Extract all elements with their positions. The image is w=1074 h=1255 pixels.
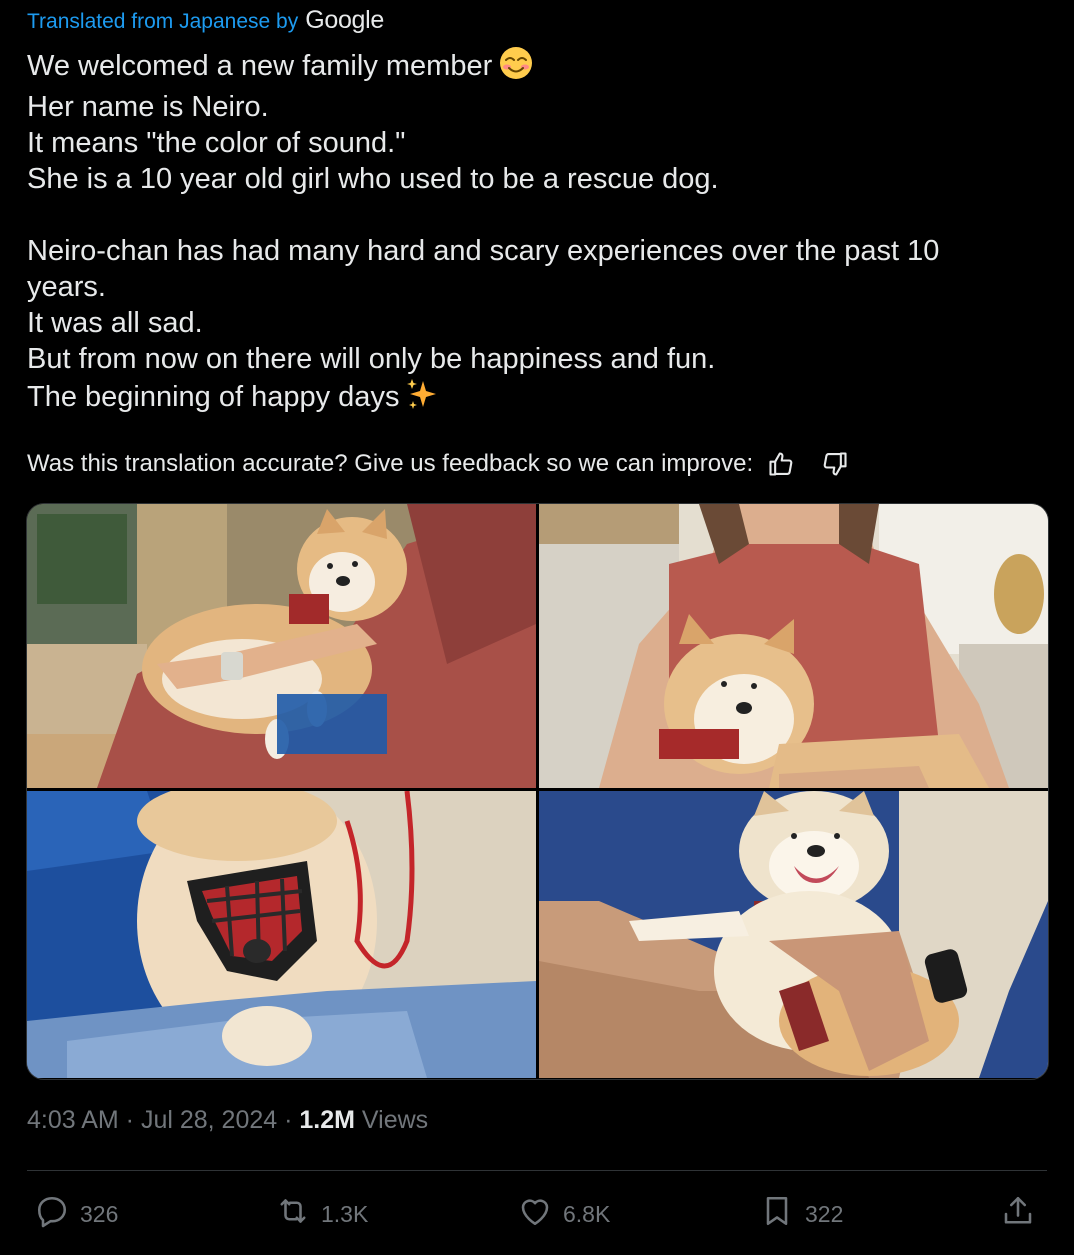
translation-attribution: Translated from Japanese by Google bbox=[27, 6, 384, 35]
meta-separator: · bbox=[118, 1106, 141, 1134]
media-grid bbox=[26, 503, 1049, 1080]
tweet-meta: 4:03 AM · Jul 28, 2024 · 1.2M Views bbox=[27, 1106, 428, 1135]
smiling-face-icon bbox=[498, 46, 534, 89]
tweet-line: It means "the color of sound." bbox=[27, 127, 406, 159]
meta-separator: · bbox=[277, 1106, 300, 1134]
tweet-line: But from now on there will only be happi… bbox=[27, 343, 716, 375]
bookmark-count: 322 bbox=[805, 1200, 844, 1227]
translation-prefix[interactable]: Translated from Japanese by bbox=[27, 10, 298, 34]
photo-3[interactable] bbox=[27, 791, 536, 1078]
tweet-line: She is a 10 year old girl who used to be… bbox=[27, 163, 719, 195]
tweet-time[interactable]: 4:03 AM bbox=[27, 1106, 119, 1134]
bookmark-icon bbox=[759, 1193, 795, 1235]
tweet-line: years. bbox=[27, 271, 106, 303]
tweet-detail: Translated from Japanese by Google We we… bbox=[0, 0, 1074, 1255]
google-logo: Google bbox=[305, 6, 385, 34]
reply-button[interactable]: 326 bbox=[34, 1193, 118, 1235]
thumbs-up-icon[interactable] bbox=[767, 450, 795, 478]
photo-2[interactable] bbox=[539, 504, 1048, 788]
tweet-date[interactable]: Jul 28, 2024 bbox=[141, 1106, 277, 1134]
heart-icon bbox=[517, 1193, 553, 1235]
share-button[interactable] bbox=[1000, 1193, 1036, 1235]
tweet-line: We welcomed a new family member bbox=[27, 46, 1037, 89]
tweet-line: It was all sad. bbox=[27, 307, 203, 339]
sparkles-icon bbox=[405, 377, 439, 420]
repost-button[interactable]: 1.3K bbox=[275, 1193, 368, 1235]
like-button[interactable]: 6.8K bbox=[517, 1193, 610, 1235]
tweet-text: We welcomed a new family member Her name… bbox=[27, 46, 1037, 420]
thumbs-down-icon[interactable] bbox=[821, 450, 849, 478]
tweet-line: Neiro-chan has had many hard and scary e… bbox=[27, 235, 940, 267]
photo-1[interactable] bbox=[27, 504, 536, 788]
photo-4[interactable] bbox=[539, 791, 1048, 1078]
reply-icon bbox=[34, 1193, 70, 1235]
tweet-line: Her name is Neiro. bbox=[27, 91, 269, 123]
views-count: 1.2M bbox=[299, 1106, 355, 1134]
divider bbox=[27, 1170, 1047, 1171]
views-label: Views bbox=[354, 1106, 429, 1134]
tweet-line: The beginning of happy days bbox=[27, 377, 1037, 420]
repost-icon bbox=[275, 1193, 311, 1235]
repost-count: 1.3K bbox=[321, 1200, 369, 1227]
reply-count: 326 bbox=[80, 1200, 119, 1227]
translation-feedback: Was this translation accurate? Give us f… bbox=[27, 450, 849, 478]
bookmark-button[interactable]: 322 bbox=[759, 1193, 843, 1235]
share-icon bbox=[1000, 1193, 1036, 1235]
feedback-prompt: Was this translation accurate? Give us f… bbox=[27, 450, 754, 477]
like-count: 6.8K bbox=[563, 1200, 611, 1227]
